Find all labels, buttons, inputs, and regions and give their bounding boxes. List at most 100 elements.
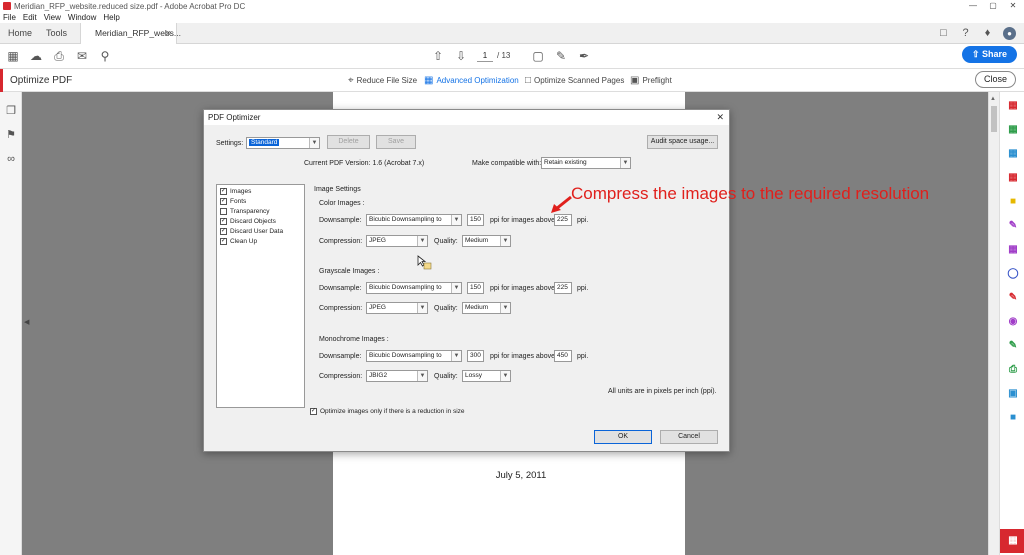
category-images[interactable]: ✓ Images	[220, 188, 251, 195]
tab-document[interactable]: Meridian_RFP_webs... ×	[80, 23, 181, 44]
optimize-only-checkbox[interactable]: ✓	[310, 408, 317, 415]
reduce-file-size-tool[interactable]: ⌖ Reduce File Size	[348, 69, 417, 92]
dialog-close-icon[interactable]: ✕	[716, 110, 724, 125]
color-compression-select[interactable]: JPEG ▼	[366, 235, 428, 247]
color-above-input[interactable]: 225	[554, 214, 572, 226]
print-icon[interactable]: ⎙	[52, 49, 66, 63]
color-ppi-input[interactable]: 150	[467, 214, 484, 226]
expand-left-panel-icon[interactable]: ◀	[24, 318, 29, 326]
category-clean-up-checkbox[interactable]: ✓	[220, 238, 227, 245]
tab-bar: Home Tools Meridian_RFP_webs... × □ ? ♦ …	[0, 23, 1024, 44]
organize-pages-icon[interactable]: ▦	[1006, 171, 1020, 185]
maximize-button[interactable]: ▢	[983, 0, 1003, 12]
monochrome-above-input[interactable]: 450	[554, 350, 572, 362]
tab-close-icon[interactable]: ×	[166, 23, 171, 44]
audit-space-usage-button[interactable]: Audit space usage...	[647, 135, 718, 149]
grayscale-compression-select[interactable]: JPEG ▼	[366, 302, 428, 314]
avatar[interactable]: ●	[1003, 27, 1016, 40]
make-compatible-select[interactable]: Retain existing ▼	[541, 157, 631, 169]
vertical-scrollbar[interactable]: ▲	[988, 92, 999, 555]
category-transparency[interactable]: Transparency	[220, 208, 270, 215]
color-downsample-select[interactable]: Bicubic Downsampling to ▼	[366, 214, 462, 226]
advanced-optimization-tool[interactable]: ▦ Advanced Optimization	[424, 69, 519, 92]
add-comment-icon[interactable]: ▢	[531, 49, 545, 63]
email-icon[interactable]: ✉	[75, 49, 89, 63]
optimize-scanned-pages-tool[interactable]: □ Optimize Scanned Pages	[525, 69, 624, 92]
cloud-upload-icon[interactable]: ☁	[29, 49, 43, 63]
share-button[interactable]: ⇧ Share	[962, 46, 1017, 63]
stamp-icon[interactable]: ◉	[1006, 315, 1020, 329]
comment-tool-icon[interactable]: ■	[1006, 195, 1020, 209]
grayscale-quality-select[interactable]: Medium ▼	[462, 302, 511, 314]
category-images-label: Images	[230, 188, 252, 195]
menu-window[interactable]: Window	[68, 13, 96, 22]
monochrome-quality-label: Quality:	[434, 373, 458, 380]
attachment-icon[interactable]: ∞	[4, 152, 18, 166]
category-fonts[interactable]: ✓ Fonts	[220, 198, 246, 205]
monochrome-ppi-above-label: ppi for images above	[490, 353, 555, 360]
redact-icon[interactable]: ■	[1006, 411, 1020, 425]
monochrome-compression-select[interactable]: JBIG2 ▼	[366, 370, 428, 382]
create-pdf-icon[interactable]: ▦	[1006, 99, 1020, 113]
current-pdf-version: Current PDF Version: 1.6 (Acrobat 7.x)	[304, 160, 425, 167]
preflight-tool[interactable]: ▣ Preflight	[630, 69, 672, 92]
category-discard-user-data[interactable]: ✓ Discard User Data	[220, 228, 283, 235]
close-window-button[interactable]: ✕	[1003, 0, 1023, 12]
close-tool-button[interactable]: Close	[975, 71, 1016, 88]
advanced-optimization-label: Advanced Optimization	[436, 76, 519, 85]
print-production-icon[interactable]: ⎙	[1006, 363, 1020, 377]
optimize-pdf-tool-active[interactable]: ▦	[1000, 529, 1024, 553]
scanned-pages-icon: □	[525, 75, 532, 86]
menu-view[interactable]: View	[44, 13, 61, 22]
settings-value: Standard	[249, 139, 280, 146]
grayscale-ppi-input[interactable]: 150	[467, 282, 484, 294]
fill-sign-icon[interactable]: ✎	[1006, 219, 1020, 233]
sign-icon[interactable]: ✒	[577, 49, 591, 63]
notification-bell-icon[interactable]: ♦	[981, 27, 994, 40]
export-pdf-icon[interactable]: ▦	[1006, 243, 1020, 257]
menu-edit[interactable]: Edit	[23, 13, 37, 22]
page-thumbnails-icon[interactable]: ❐	[4, 104, 18, 118]
category-discard-user-data-checkbox[interactable]: ✓	[220, 228, 227, 235]
color-quality-select[interactable]: Medium ▼	[462, 235, 511, 247]
monochrome-ppi-input[interactable]: 300	[467, 350, 484, 362]
optimize-only-option[interactable]: ✓ Optimize images only if there is a redu…	[310, 408, 465, 415]
next-page-icon[interactable]: ⇩	[454, 49, 468, 63]
comment-icon[interactable]: □	[937, 27, 950, 40]
compare-files-icon[interactable]: ▣	[1006, 387, 1020, 401]
send-for-review-icon[interactable]: ✎	[1006, 339, 1020, 353]
ok-button[interactable]: OK	[594, 430, 652, 444]
request-signature-icon[interactable]: ✎	[1006, 291, 1020, 305]
help-icon[interactable]: ?	[959, 27, 972, 40]
page-number-input[interactable]: 1	[477, 50, 493, 62]
monochrome-quality-select[interactable]: Lossy ▼	[462, 370, 511, 382]
category-discard-objects[interactable]: ✓ Discard Objects	[220, 218, 276, 225]
bookmark-icon[interactable]: ⚑	[4, 128, 18, 142]
category-discard-objects-label: Discard Objects	[230, 218, 276, 225]
category-discard-objects-checkbox[interactable]: ✓	[220, 218, 227, 225]
scrollbar-thumb[interactable]	[991, 106, 997, 132]
tab-home[interactable]: Home	[8, 23, 32, 44]
menu-file[interactable]: File	[3, 13, 16, 22]
category-transparency-checkbox[interactable]	[220, 208, 227, 215]
monochrome-downsample-select[interactable]: Bicubic Downsampling to ▼	[366, 350, 462, 362]
settings-select[interactable]: Standard ▼	[246, 137, 320, 149]
minimize-button[interactable]: —	[963, 0, 983, 12]
menu-help[interactable]: Help	[103, 13, 119, 22]
edit-pdf-icon[interactable]: ▦	[1006, 147, 1020, 161]
previous-page-icon[interactable]: ⇧	[431, 49, 445, 63]
scroll-up-icon[interactable]: ▲	[990, 96, 996, 102]
protect-icon[interactable]: ◯	[1006, 267, 1020, 281]
category-images-checkbox[interactable]: ✓	[220, 188, 227, 195]
combine-files-icon[interactable]: ▦	[1006, 123, 1020, 137]
search-icon[interactable]: ⚲	[98, 49, 112, 63]
color-downsample-label: Downsample:	[319, 217, 362, 224]
grayscale-above-input[interactable]: 225	[554, 282, 572, 294]
highlight-pen-icon[interactable]: ✎	[554, 49, 568, 63]
grayscale-downsample-select[interactable]: Bicubic Downsampling to ▼	[366, 282, 462, 294]
save-icon[interactable]: ▦	[6, 49, 20, 63]
tab-tools[interactable]: Tools	[46, 23, 67, 44]
category-clean-up[interactable]: ✓ Clean Up	[220, 238, 257, 245]
category-fonts-checkbox[interactable]: ✓	[220, 198, 227, 205]
cancel-button[interactable]: Cancel	[660, 430, 718, 444]
